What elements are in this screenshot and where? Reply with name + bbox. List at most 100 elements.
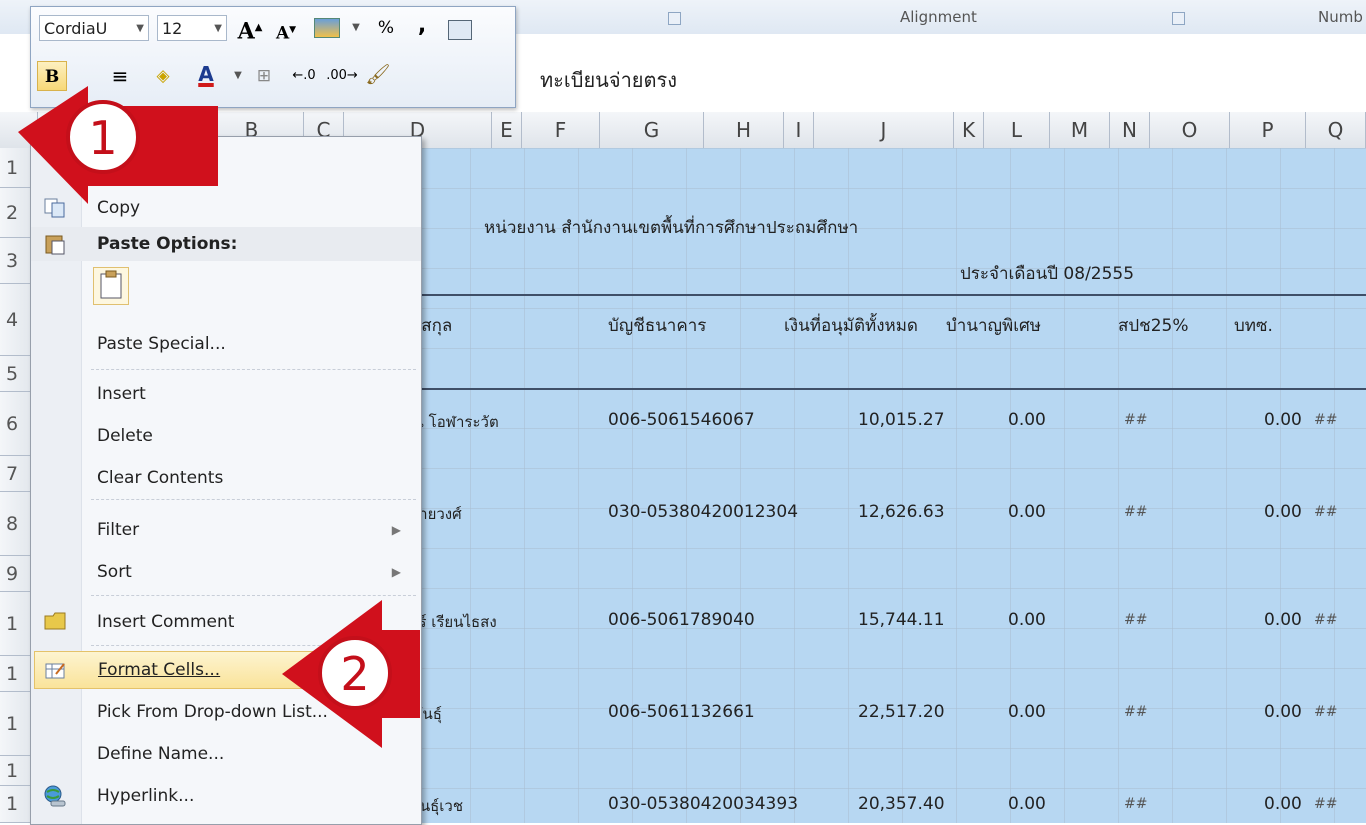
ribbon-group-alignment: Alignment (900, 8, 977, 26)
submenu-arrow-icon: ▶ (391, 565, 401, 579)
cell-n[interactable]: ## (1124, 504, 1147, 520)
menu-item-label: Insert (97, 384, 146, 404)
cell-amount[interactable]: 15,744.11 (858, 610, 945, 630)
cell-n[interactable]: ## (1124, 704, 1147, 720)
cell-account[interactable]: 030-05380420012304 (608, 502, 798, 522)
col-header-p[interactable]: P (1230, 112, 1306, 148)
cell-special[interactable]: 0.00 (1008, 794, 1046, 814)
col-header-e[interactable]: E (492, 112, 522, 148)
cell-special[interactable]: 0.00 (1008, 410, 1046, 430)
cell-account[interactable]: 006-5061546067 (608, 410, 755, 430)
menu-item-label: Paste Special... (97, 334, 226, 354)
font-size-value: 12 (162, 19, 183, 38)
menu-item-sort[interactable]: Sort ▶ (31, 553, 421, 591)
format-painter-icon[interactable]: 🖌 (363, 59, 393, 89)
cell-account[interactable]: 006-5061789040 (608, 610, 755, 630)
cell-styles-icon[interactable] (307, 13, 347, 43)
cell-name[interactable]: ณ โอฬาระวัต (410, 410, 499, 434)
format-cells-icon (44, 660, 68, 682)
merge-center-icon[interactable] (445, 15, 475, 45)
cell-p[interactable]: 0.00 (1264, 410, 1302, 430)
comma-style-button[interactable]: , (407, 11, 437, 41)
cell-p[interactable]: 0.00 (1264, 610, 1302, 630)
period-label[interactable]: ประจำเดือนปี 08/2555 (960, 260, 1134, 287)
cell-amount[interactable]: 12,626.63 (858, 502, 945, 522)
cell-account[interactable]: 006-5061132661 (608, 702, 755, 722)
paste-options-label: Paste Options: (97, 234, 238, 254)
col-header-k[interactable]: K (954, 112, 984, 148)
cell-special[interactable]: 0.00 (1008, 702, 1046, 722)
formula-bar-value[interactable]: ทะเบียนจ่ายตรง (540, 64, 677, 96)
menu-item-filter[interactable]: Filter ▶ (31, 511, 421, 549)
cell-q[interactable]: ## (1314, 612, 1337, 628)
cell-q[interactable]: ## (1314, 412, 1337, 428)
cell-q[interactable]: ## (1314, 504, 1337, 520)
chevron-down-icon: ▼ (214, 23, 222, 34)
col-header-q[interactable]: Q (1306, 112, 1366, 148)
cell-q[interactable]: ## (1314, 704, 1337, 720)
col-header-h[interactable]: H (704, 112, 784, 148)
increase-decimal-icon[interactable]: ←.0 (287, 61, 321, 91)
font-color-icon[interactable]: A (191, 59, 221, 89)
cell-p[interactable]: 0.00 (1264, 502, 1302, 522)
menu-separator (91, 369, 416, 370)
chevron-down-icon[interactable]: ▼ (231, 61, 245, 91)
menu-separator (91, 595, 416, 596)
header-bank-account[interactable]: บัญชีธนาคาร (608, 312, 706, 339)
cell-p[interactable]: 0.00 (1264, 794, 1302, 814)
paste-option-default[interactable] (31, 265, 421, 309)
cell-amount[interactable]: 20,357.40 (858, 794, 945, 814)
decrease-decimal-icon[interactable]: .00→ (325, 61, 359, 91)
menu-item-label: Sort (97, 562, 132, 582)
grow-font-icon[interactable]: A▲ (235, 13, 265, 44)
cell-p[interactable]: 0.00 (1264, 702, 1302, 722)
cell-n[interactable]: ## (1124, 796, 1147, 812)
col-header-n[interactable]: N (1110, 112, 1150, 148)
col-header-i[interactable]: I (784, 112, 814, 148)
font-name-value: CordiaU (44, 19, 108, 38)
col-header-m[interactable]: M (1050, 112, 1110, 148)
cell-amount[interactable]: 10,015.27 (858, 410, 945, 430)
menu-item-insert[interactable]: Insert (31, 375, 421, 413)
cell-n[interactable]: ## (1124, 412, 1147, 428)
ribbon-group-number: Numb (1318, 8, 1363, 26)
alignment-dialog-launcher-icon[interactable] (1172, 12, 1185, 25)
font-size-box[interactable]: 12 ▼ (157, 15, 227, 41)
agency-title[interactable]: หน่วยงาน สำนักงานเขตพื้นที่การศึกษาประถม… (484, 214, 858, 241)
cell-name[interactable]: าร์ เรียนไธสง (410, 610, 497, 634)
header-bts[interactable]: บทซ. (1234, 312, 1273, 339)
borders-icon[interactable]: ⊞ (249, 61, 279, 91)
header-total-approved[interactable]: เงินที่อนุมัติทั้งหมด (784, 312, 944, 339)
cell-special[interactable]: 0.00 (1008, 502, 1046, 522)
font-name-box[interactable]: CordiaU ▼ (39, 15, 149, 41)
col-header-l[interactable]: L (984, 112, 1050, 148)
shrink-font-icon[interactable]: A▼ (271, 15, 301, 45)
cell-special[interactable]: 0.00 (1008, 610, 1046, 630)
menu-item-paste-special[interactable]: Paste Special... (31, 325, 421, 363)
callout-step1-badge: 1 (66, 100, 140, 174)
cell-n[interactable]: ## (1124, 612, 1147, 628)
cell-q[interactable]: ## (1314, 796, 1337, 812)
callout-step2-badge: 2 (318, 636, 392, 710)
col-header-o[interactable]: O (1150, 112, 1230, 148)
cell-amount[interactable]: 22,517.20 (858, 702, 945, 722)
menu-separator (91, 499, 416, 500)
menu-item-label: Insert Comment (97, 612, 235, 632)
col-header-f[interactable]: F (522, 112, 600, 148)
menu-item-label: Hyperlink... (97, 786, 195, 806)
col-header-g[interactable]: G (600, 112, 704, 148)
header-spc25[interactable]: สปช25% (1118, 312, 1189, 339)
chevron-down-icon: ▼ (136, 23, 144, 34)
chevron-down-icon[interactable]: ▼ (349, 13, 363, 43)
font-dialog-launcher-icon[interactable] (668, 12, 681, 25)
menu-item-clear-contents[interactable]: Clear Contents (31, 459, 421, 497)
menu-item-label: Filter (97, 520, 140, 540)
percent-style-button[interactable]: % (371, 13, 401, 43)
menu-item-hyperlink[interactable]: Hyperlink... (31, 777, 421, 815)
header-special-pension[interactable]: บำนาญพิเศษ (946, 312, 1041, 339)
submenu-arrow-icon: ▶ (391, 523, 401, 537)
col-header-j[interactable]: J (814, 112, 954, 148)
menu-item-delete[interactable]: Delete (31, 417, 421, 455)
cell-account[interactable]: 030-05380420034393 (608, 794, 798, 814)
comment-icon (43, 611, 67, 633)
